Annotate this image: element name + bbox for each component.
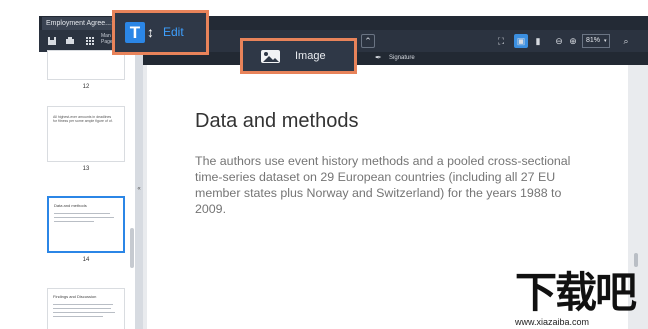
page-icon: ▮ <box>535 36 541 46</box>
page-thumbnail-13[interactable]: All highest-ever amounts in deadlines fo… <box>47 106 125 162</box>
chevron-down-icon: ▾ <box>603 38 607 44</box>
thumbnail-line <box>54 221 94 222</box>
fullscreen-icon: ⛶ <box>497 36 505 46</box>
signature-button[interactable]: Signature <box>389 54 415 63</box>
sidebar-scrollbar[interactable] <box>130 228 134 268</box>
thumbnail-line <box>53 312 115 313</box>
thumbnail-line <box>53 304 113 305</box>
text-edit-icon: T <box>125 22 145 43</box>
zoom-in-button[interactable]: ⊕ <box>566 34 580 48</box>
grid-icon <box>86 37 94 45</box>
panel-splitter[interactable]: « <box>135 52 143 329</box>
body-paragraph: The authors use event history methods an… <box>195 154 571 216</box>
watermark-url: www.xiazaiba.com <box>515 317 590 327</box>
page-thumbnail-15[interactable]: Findings and Discussion <box>47 288 125 329</box>
page-thumbnail-14[interactable]: Data and methods <box>47 196 125 253</box>
collapse-arrow-icon[interactable]: « <box>136 186 142 192</box>
save-button[interactable] <box>45 34 59 48</box>
thumbnail-line <box>54 213 110 214</box>
chevron-up-icon: ⌃ <box>364 36 372 46</box>
thumbnail-line <box>53 316 103 317</box>
thumbnail-line <box>54 217 114 218</box>
edit-label: Edit <box>163 25 184 39</box>
thumbnail-heading: Data and methods <box>54 203 87 208</box>
page-number-12: 12 <box>82 84 90 90</box>
zoom-out-icon: ⊖ <box>555 36 563 46</box>
page-number-14: 14 <box>82 257 90 263</box>
document-scrollbar[interactable] <box>634 253 638 267</box>
view-mode-button[interactable]: ▣ <box>514 34 528 48</box>
pen-icon: ✒ <box>375 53 382 62</box>
image-tool-button[interactable]: Image <box>240 38 357 74</box>
document-tab-title: Employment Agree... <box>46 20 111 27</box>
search-button[interactable]: ⌕ <box>619 34 633 48</box>
fit-page-button[interactable]: ⛶ <box>494 34 508 48</box>
page-thumbnails-panel: 12 All highest-ever amounts in deadlines… <box>39 50 135 329</box>
manage-pages-button[interactable] <box>83 34 97 48</box>
document-tab[interactable]: Employment Agree... ✕ <box>42 17 120 30</box>
edit-tool-button[interactable]: T ↕ Edit <box>112 10 209 55</box>
collapse-toolbar-button[interactable]: ⌃ <box>361 34 375 48</box>
zoom-value: 81% <box>586 37 601 44</box>
print-button[interactable] <box>63 34 77 48</box>
zoom-select[interactable]: 81% ▾ <box>582 34 610 48</box>
thumbnail-line <box>53 308 111 309</box>
printer-icon <box>66 37 74 44</box>
slideshow-icon: ▣ <box>516 36 526 46</box>
edit-subtoolbar: ✒ Signature <box>143 52 648 65</box>
zoom-out-button[interactable]: ⊖ <box>552 34 566 48</box>
resize-arrow-icon: ↕ <box>147 24 154 40</box>
search-icon: ⌕ <box>623 36 629 46</box>
manage-pages-label: Man Page <box>101 33 113 45</box>
site-watermark: 下载吧 www.xiazaiba.com <box>505 270 648 329</box>
page-number-13: 13 <box>82 166 90 172</box>
single-page-button[interactable]: ▮ <box>531 34 545 48</box>
zoom-in-icon: ⊕ <box>569 36 577 46</box>
thumbnail-heading: Findings and Discussion <box>53 294 97 299</box>
image-label: Image <box>295 50 326 62</box>
section-heading: Data and methods <box>195 110 359 132</box>
save-icon <box>48 37 56 45</box>
manage-pages-label-line2: Page <box>101 39 113 45</box>
image-icon <box>261 50 280 63</box>
thumbnail-text: All highest-ever amounts in deadlines fo… <box>53 115 113 123</box>
watermark-logo: 下载吧 <box>515 268 637 317</box>
